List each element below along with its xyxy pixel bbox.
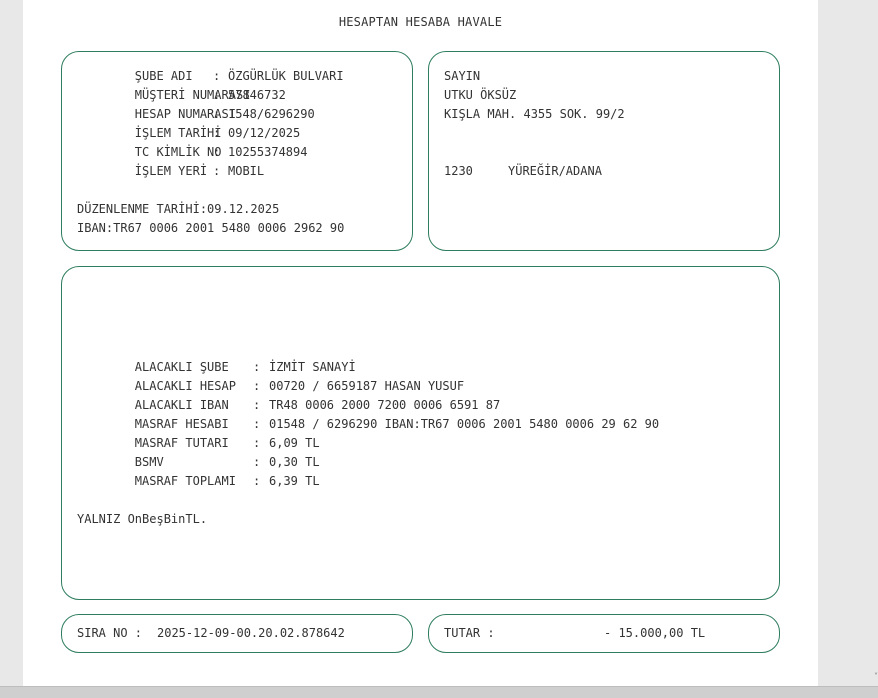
recipient-postal-code: 1230 — [444, 164, 473, 178]
field-separator: : — [213, 126, 221, 140]
field-label: İŞLEM TARİHİ — [134, 126, 222, 140]
branch-info-box: ŞUBE ADI : ÖZGÜRLÜK BULVARI MÜŞTERİ NUMA… — [61, 51, 413, 251]
document-viewer: HESAPTAN HESABA HAVALE ŞUBE ADI : ÖZGÜRL… — [0, 0, 878, 698]
amount-value: - 15.000,00 TL — [604, 626, 706, 640]
recipient-name: UTKU ÖKSÜZ — [444, 88, 517, 102]
field-value: ÖZGÜRLÜK BULVARI — [228, 69, 344, 83]
field-separator: : — [213, 164, 221, 178]
field-separator: : — [253, 455, 261, 469]
field-label: ŞUBE ADI — [134, 69, 193, 83]
field-value: İZMİT SANAYİ — [269, 360, 356, 374]
document-title: HESAPTAN HESABA HAVALE — [338, 15, 503, 29]
field-separator: : — [213, 145, 221, 159]
field-label: MASRAF TUTARI — [134, 436, 229, 450]
field-label: TC KİMLİK NO — [134, 145, 222, 159]
vertical-scrollbar[interactable] — [868, 0, 878, 686]
amount-in-words: YALNIZ OnBeşBinTL. — [77, 512, 208, 526]
field-value: 57846732 — [228, 88, 286, 102]
field-separator: : — [213, 107, 221, 121]
field-separator: : — [253, 474, 261, 488]
sequence-label: SIRA NO : — [77, 626, 143, 640]
field-label: ALACAKLI ŞUBE — [134, 360, 229, 374]
recipient-street: KIŞLA MAH. 4355 SOK. 99/2 — [444, 107, 625, 121]
field-value: 09/12/2025 — [228, 126, 301, 140]
field-value: 6,39 TL — [269, 474, 320, 488]
field-separator: : — [253, 417, 261, 431]
issue-date: DÜZENLENME TARİHİ:09.12.2025 — [77, 202, 280, 216]
recipient-address-box: SAYIN UTKU ÖKSÜZ KIŞLA MAH. 4355 SOK. 99… — [428, 51, 780, 251]
field-label: ALACAKLI HESAP — [134, 379, 236, 393]
receipt-page: HESAPTAN HESABA HAVALE ŞUBE ADI : ÖZGÜRL… — [23, 0, 818, 686]
field-label: ALACAKLI IBAN — [134, 398, 229, 412]
transfer-details-box: ALACAKLI ŞUBE : İZMİT SANAYİ ALACAKLI HE… — [61, 266, 780, 600]
field-value: 0,30 TL — [269, 455, 320, 469]
field-value: MOBIL — [228, 164, 265, 178]
field-label: HESAP NUMARASI — [134, 107, 236, 121]
field-value: 00720 / 6659187 HASAN YUSUF — [269, 379, 465, 393]
field-separator: : — [253, 379, 261, 393]
amount-box: TUTAR : - 15.000,00 TL — [428, 614, 780, 653]
field-label: MASRAF HESABI — [134, 417, 229, 431]
field-separator: : — [213, 69, 221, 83]
field-separator: : — [253, 436, 261, 450]
account-iban: IBAN:TR67 0006 2001 5480 0006 2962 90 — [77, 221, 345, 235]
field-value: TR48 0006 2000 7200 0006 6591 87 — [269, 398, 501, 412]
recipient-city: YÜREĞİR/ADANA — [508, 164, 602, 178]
field-label: BSMV — [134, 455, 164, 469]
sequence-value: 2025-12-09-00.20.02.878642 — [157, 626, 345, 640]
field-separator: : — [253, 398, 261, 412]
field-separator: : — [253, 360, 261, 374]
field-value: 01548 / 6296290 IBAN:TR67 0006 2001 5480… — [269, 417, 660, 431]
field-value: 1548/6296290 — [228, 107, 315, 121]
amount-label: TUTAR : — [444, 626, 495, 640]
salutation: SAYIN — [444, 69, 481, 83]
field-value: 10255374894 — [228, 145, 308, 159]
field-separator: : — [213, 88, 221, 102]
field-value: 6,09 TL — [269, 436, 320, 450]
sequence-number-box: SIRA NO : 2025-12-09-00.20.02.878642 — [61, 614, 413, 653]
horizontal-scrollbar[interactable] — [0, 686, 878, 698]
scroll-down-arrow-icon[interactable]: ˅ — [874, 672, 878, 681]
field-label: İŞLEM YERİ — [134, 164, 208, 178]
field-label: MASRAF TOPLAMI — [134, 474, 236, 488]
